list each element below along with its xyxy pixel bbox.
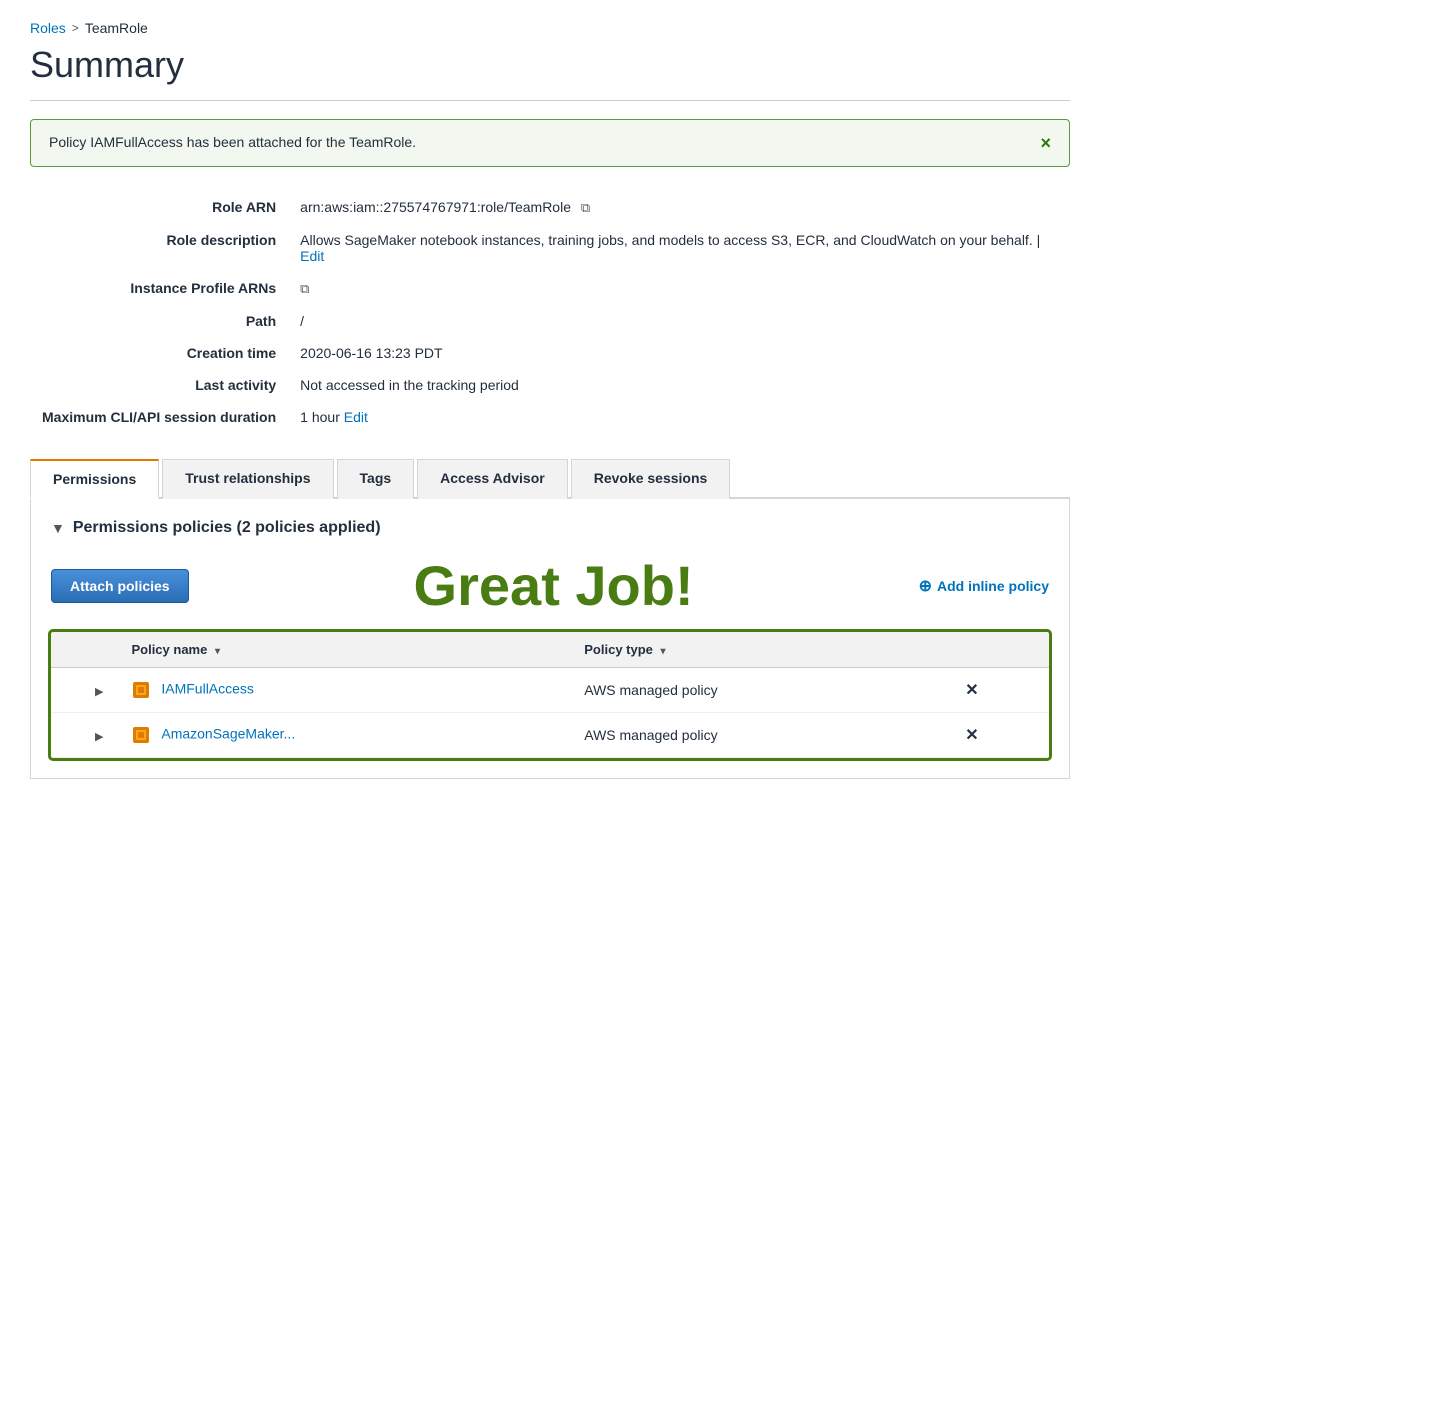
row1-checkbox — [51, 668, 81, 713]
add-inline-plus-icon: ⊕ — [919, 576, 932, 596]
breadcrumb-current: TeamRole — [85, 20, 148, 36]
instance-profile-copy-icon[interactable]: ⧉ — [300, 281, 309, 297]
policy-type-sort-icon: ▾ — [661, 646, 666, 657]
path-label: Path — [30, 305, 288, 337]
policy-name-sort-icon: ▾ — [215, 646, 220, 657]
row2-remove-icon[interactable]: ✕ — [965, 727, 978, 744]
row2-policy-icon — [131, 725, 151, 745]
tab-access-advisor[interactable]: Access Advisor — [417, 459, 568, 499]
role-description-separator: | — [1037, 232, 1041, 248]
path-value: / — [288, 305, 1070, 337]
creation-time-row: Creation time 2020-06-16 13:23 PDT — [30, 337, 1070, 369]
row1-policy-icon — [131, 680, 151, 700]
add-inline-policy-label: Add inline policy — [937, 578, 1049, 594]
last-activity-value: Not accessed in the tracking period — [288, 369, 1070, 401]
instance-profile-row: Instance Profile ARNs ⧉ — [30, 272, 1070, 305]
row2-policy-name-link[interactable]: AmazonSageMaker... — [161, 726, 295, 742]
role-arn-copy-icon[interactable]: ⧉ — [581, 200, 590, 216]
path-row: Path / — [30, 305, 1070, 337]
remove-col-header — [951, 632, 1049, 668]
row1-policy-type: AWS managed policy — [570, 668, 951, 713]
tab-trust-relationships[interactable]: Trust relationships — [162, 459, 333, 499]
row1-remove[interactable]: ✕ — [951, 668, 1049, 713]
row2-policy-name-cell: AmazonSageMaker... — [117, 713, 570, 758]
role-arn-row: Role ARN arn:aws:iam::275574767971:role/… — [30, 191, 1070, 224]
table-row: ▶ IAMFullAccess AWS managed policy — [51, 668, 1049, 713]
row2-expand[interactable]: ▶ — [81, 713, 117, 758]
table-row: ▶ AmazonSageMaker... AWS managed policy — [51, 713, 1049, 758]
role-arn-label: Role ARN — [30, 191, 288, 224]
row1-remove-icon[interactable]: ✕ — [965, 682, 978, 699]
policies-table-header: Policy name ▾ Policy type ▾ — [51, 632, 1049, 668]
max-duration-row: Maximum CLI/API session duration 1 hour … — [30, 401, 1070, 433]
policies-table: Policy name ▾ Policy type ▾ ▶ — [51, 632, 1049, 758]
creation-time-label: Creation time — [30, 337, 288, 369]
breadcrumb: Roles > TeamRole — [30, 20, 1070, 36]
row1-expand-icon: ▶ — [95, 686, 103, 698]
banner-close-button[interactable]: × — [1040, 134, 1051, 152]
role-arn-value: arn:aws:iam::275574767971:role/TeamRole — [300, 199, 571, 215]
great-job-text: Great Job! — [189, 553, 919, 618]
policies-table-body: ▶ IAMFullAccess AWS managed policy — [51, 668, 1049, 758]
last-activity-label: Last activity — [30, 369, 288, 401]
instance-profile-label: Instance Profile ARNs — [30, 272, 288, 305]
row2-expand-icon: ▶ — [95, 731, 103, 743]
policy-type-header[interactable]: Policy type ▾ — [570, 632, 951, 668]
row2-remove[interactable]: ✕ — [951, 713, 1049, 758]
expand-col-header — [81, 632, 117, 668]
breadcrumb-roles-link[interactable]: Roles — [30, 20, 66, 36]
tab-content-permissions: ▼ Permissions policies (2 policies appli… — [30, 499, 1070, 779]
tabs: Permissions Trust relationships Tags Acc… — [30, 457, 1070, 499]
row1-policy-name-link[interactable]: IAMFullAccess — [161, 681, 254, 697]
permissions-section-title: Permissions policies (2 policies applied… — [73, 519, 381, 537]
breadcrumb-separator: > — [72, 21, 79, 35]
tabs-container: Permissions Trust relationships Tags Acc… — [30, 457, 1070, 779]
policies-toolbar: Attach policies Great Job! ⊕ Add inline … — [51, 553, 1049, 618]
tab-tags[interactable]: Tags — [337, 459, 415, 499]
row2-policy-type: AWS managed policy — [570, 713, 951, 758]
row2-checkbox — [51, 713, 81, 758]
row1-expand[interactable]: ▶ — [81, 668, 117, 713]
details-table: Role ARN arn:aws:iam::275574767971:role/… — [30, 191, 1070, 433]
collapse-icon[interactable]: ▼ — [51, 520, 65, 536]
last-activity-row: Last activity Not accessed in the tracki… — [30, 369, 1070, 401]
tab-revoke-sessions[interactable]: Revoke sessions — [571, 459, 731, 499]
role-description-value: Allows SageMaker notebook instances, tra… — [300, 232, 1033, 248]
permissions-header: ▼ Permissions policies (2 policies appli… — [51, 519, 1049, 537]
policy-name-header[interactable]: Policy name ▾ — [117, 632, 570, 668]
success-banner: Policy IAMFullAccess has been attached f… — [30, 119, 1070, 167]
policies-table-container: Policy name ▾ Policy type ▾ ▶ — [51, 632, 1049, 758]
row1-policy-name-cell: IAMFullAccess — [117, 668, 570, 713]
max-duration-value: 1 hour — [300, 409, 340, 425]
role-description-row: Role description Allows SageMaker notebo… — [30, 224, 1070, 272]
max-duration-edit-link[interactable]: Edit — [344, 409, 368, 425]
checkbox-col-header — [51, 632, 81, 668]
role-description-edit-link[interactable]: Edit — [300, 248, 324, 264]
title-divider — [30, 100, 1070, 101]
max-duration-label: Maximum CLI/API session duration — [30, 401, 288, 433]
tab-permissions[interactable]: Permissions — [30, 459, 159, 499]
success-banner-text: Policy IAMFullAccess has been attached f… — [49, 134, 416, 150]
creation-time-value: 2020-06-16 13:23 PDT — [288, 337, 1070, 369]
page-title: Summary — [30, 44, 1070, 86]
add-inline-policy-link[interactable]: ⊕ Add inline policy — [919, 576, 1049, 596]
role-description-label: Role description — [30, 224, 288, 272]
attach-policies-button[interactable]: Attach policies — [51, 569, 189, 603]
